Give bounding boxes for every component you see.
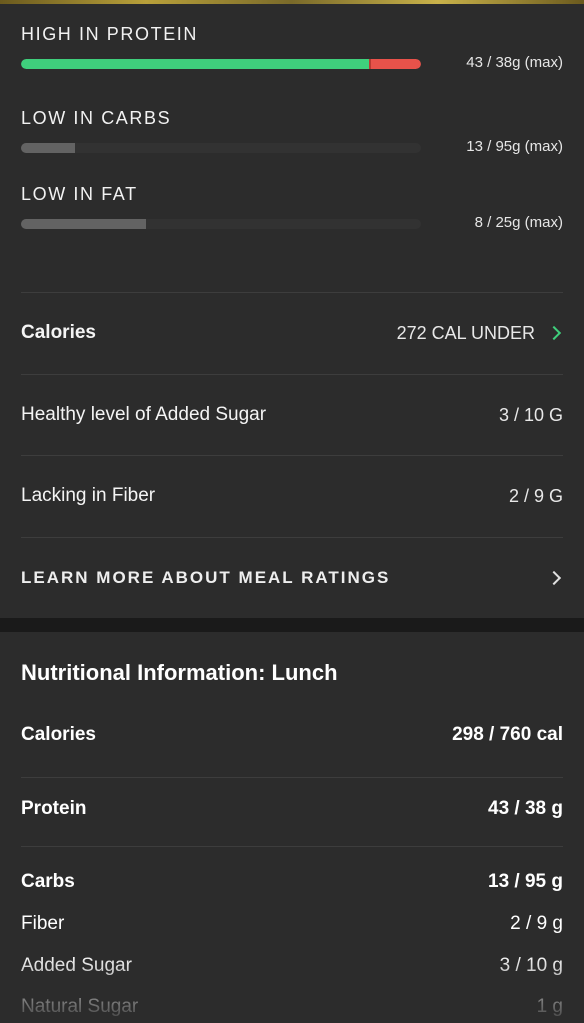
fiber-rating-row: Lacking in Fiber 2 / 9 G	[21, 456, 563, 536]
nutritional-information-section: Nutritional Information: Lunch Calories …	[0, 632, 584, 1023]
divider	[21, 846, 563, 847]
calories-rating-row[interactable]: Calories 272 CAL UNDER	[21, 293, 563, 373]
fiber-rating-value: 2 / 9 G	[508, 485, 563, 506]
nutrition-row-protein: Protein 43 / 38 g	[21, 798, 563, 820]
nutrition-row-fiber: Fiber 2 / 9 g	[21, 913, 563, 935]
nutrition-value: 13 / 95 g	[488, 871, 563, 892]
macro-protein-value: 43 / 38g (max)	[466, 54, 563, 71]
nutrition-label: Fiber	[21, 913, 65, 934]
macro-fat-value: 8 / 25g (max)	[474, 214, 563, 231]
nutrition-value: 298 / 760 cal	[452, 724, 563, 745]
protein-over-limit-fill	[369, 59, 421, 69]
macro-protein-label: HIGH IN PROTEIN	[21, 24, 199, 44]
macro-fat-label: LOW IN FAT	[21, 184, 138, 204]
protein-progress-fill	[21, 59, 369, 69]
macro-carbs-label: LOW IN CARBS	[21, 108, 172, 128]
calories-rating-value-wrap: 272 CAL UNDER	[397, 323, 563, 344]
nutrition-value: 1 g	[536, 996, 563, 1017]
fiber-rating-label: Lacking in Fiber	[21, 485, 156, 506]
section-separator	[0, 618, 584, 632]
nutrition-label: Protein	[21, 798, 87, 819]
learn-more-label: LEARN MORE ABOUT MEAL RATINGS	[21, 568, 391, 587]
macro-protein: HIGH IN PROTEIN 43 / 38g (max)	[21, 24, 563, 74]
nutrition-label: Carbs	[21, 871, 75, 892]
protein-progress-bar	[21, 59, 421, 69]
macro-fat: LOW IN FAT 8 / 25g (max)	[21, 184, 563, 234]
fat-progress-bar	[21, 219, 421, 229]
nutrition-label: Added Sugar	[21, 955, 132, 976]
chevron-right-icon	[546, 570, 562, 586]
nutrition-row-calories: Calories 298 / 760 cal	[21, 724, 563, 746]
carbs-progress-bar	[21, 143, 421, 153]
nutrition-value: 2 / 9 g	[510, 913, 563, 934]
meal-ratings-section: HIGH IN PROTEIN 43 / 38g (max) LOW IN CA…	[0, 4, 584, 618]
nutrition-title: Nutritional Information: Lunch	[21, 660, 338, 685]
divider	[21, 777, 563, 778]
calories-rating-label: Calories	[21, 322, 96, 343]
nutrition-value: 43 / 38 g	[488, 798, 563, 819]
added-sugar-rating-row: Healthy level of Added Sugar 3 / 10 G	[21, 375, 563, 455]
nutrition-row-carbs: Carbs 13 / 95 g	[21, 871, 563, 893]
chevron-right-icon	[546, 325, 562, 341]
added-sugar-rating-label: Healthy level of Added Sugar	[21, 404, 267, 425]
carbs-progress-fill	[21, 143, 75, 153]
fat-progress-fill	[21, 219, 146, 229]
calories-rating-value: 272 CAL UNDER	[396, 322, 535, 343]
nutrition-label: Natural Sugar	[21, 996, 139, 1017]
macro-carbs-value: 13 / 95g (max)	[466, 138, 563, 155]
nutrition-label: Calories	[21, 724, 96, 745]
macro-carbs: LOW IN CARBS 13 / 95g (max)	[21, 108, 563, 158]
protein-max-marker	[369, 59, 371, 69]
nutrition-row-added-sugar: Added Sugar 3 / 10 g	[21, 955, 563, 977]
learn-more-meal-ratings-link[interactable]: LEARN MORE ABOUT MEAL RATINGS	[21, 538, 563, 618]
nutrition-row-natural-sugar: Natural Sugar 1 g	[21, 996, 563, 1018]
nutrition-value: 3 / 10 g	[499, 955, 563, 976]
added-sugar-rating-value: 3 / 10 G	[498, 404, 563, 425]
